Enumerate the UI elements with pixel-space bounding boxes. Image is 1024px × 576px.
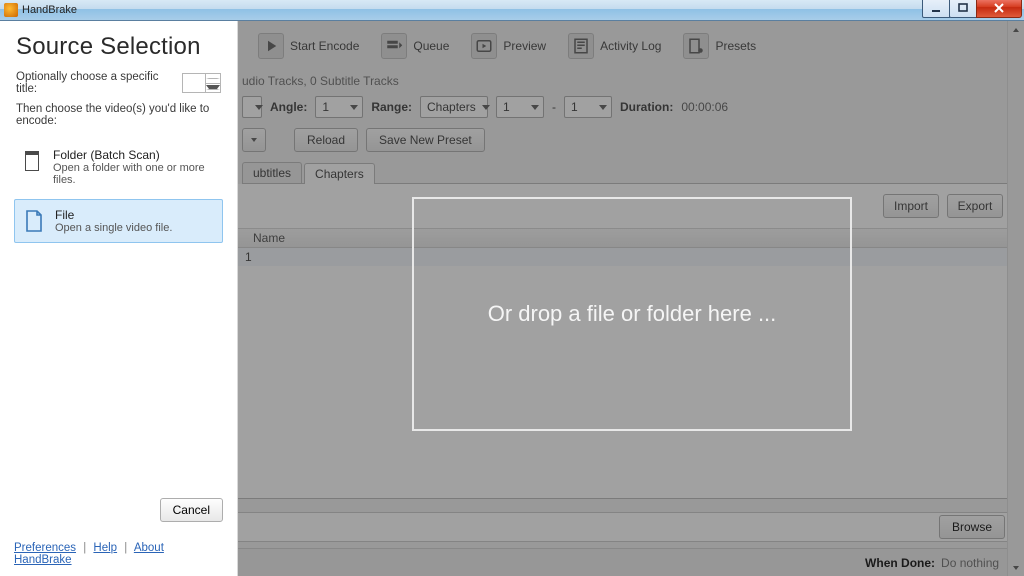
angle-label: Angle:	[270, 100, 307, 114]
presets-button[interactable]: Presets	[675, 29, 764, 63]
window-titlebar: HandBrake	[0, 0, 1024, 21]
panel-title: Source Selection	[0, 21, 237, 65]
folder-icon	[23, 148, 43, 174]
drop-zone[interactable]: Or drop a file or folder here ...	[412, 197, 852, 431]
tab-chapters[interactable]: Chapters	[304, 163, 375, 184]
range-separator: -	[552, 100, 556, 114]
duration-value: 00:00:06	[681, 100, 728, 114]
folder-option-desc: Open a folder with one or more files.	[53, 162, 214, 186]
play-icon	[258, 33, 284, 59]
queue-button[interactable]: Queue	[373, 29, 457, 63]
angle-dropdown[interactable]: 1	[315, 96, 363, 118]
presets-icon	[683, 33, 709, 59]
range-mode-dropdown[interactable]: Chapters	[420, 96, 488, 118]
save-new-preset-button[interactable]: Save New Preset	[366, 128, 485, 152]
start-encode-button[interactable]: Start Encode	[250, 29, 367, 63]
range-to-dropdown[interactable]: 1	[564, 96, 612, 118]
file-icon	[23, 208, 45, 234]
scroll-up-icon[interactable]	[1007, 21, 1024, 38]
spinner-up-icon[interactable]	[206, 74, 220, 84]
duration-label: Duration:	[620, 100, 673, 114]
source-info-text: udio Tracks, 0 Subtitle Tracks	[242, 70, 1012, 96]
source-folder-option[interactable]: Folder (Batch Scan) Open a folder with o…	[14, 139, 223, 195]
window-maximize-button[interactable]	[949, 0, 977, 18]
source-file-option[interactable]: File Open a single video file.	[14, 199, 223, 243]
cancel-button[interactable]: Cancel	[160, 498, 223, 522]
reload-button[interactable]: Reload	[294, 128, 358, 152]
window-close-button[interactable]	[976, 0, 1022, 18]
preferences-link[interactable]: Preferences	[14, 542, 76, 554]
spinner-down-icon[interactable]	[206, 84, 220, 93]
preview-icon	[471, 33, 497, 59]
folder-option-title: Folder (Batch Scan)	[53, 148, 214, 162]
expand-button[interactable]	[242, 128, 266, 152]
preview-button[interactable]: Preview	[463, 29, 554, 63]
specific-title-label: Optionally choose a specific title:	[16, 71, 176, 95]
browse-button[interactable]: Browse	[939, 515, 1005, 539]
help-link[interactable]: Help	[93, 542, 117, 554]
file-option-desc: Open a single video file.	[55, 222, 172, 234]
vertical-scrollbar[interactable]	[1007, 21, 1024, 576]
activity-log-button[interactable]: Activity Log	[560, 29, 669, 63]
range-label: Range:	[371, 100, 412, 114]
window-minimize-button[interactable]	[922, 0, 950, 18]
export-button[interactable]: Export	[947, 194, 1003, 218]
scroll-down-icon[interactable]	[1007, 559, 1024, 576]
app-icon	[4, 3, 18, 17]
col-name: Name	[253, 231, 285, 245]
tab-subtitles[interactable]: ubtitles	[242, 162, 302, 183]
window-title: HandBrake	[22, 4, 77, 16]
when-done-label: When Done:	[865, 556, 935, 570]
import-button[interactable]: Import	[883, 194, 939, 218]
log-icon	[568, 33, 594, 59]
source-selection-panel: Source Selection Optionally choose a spe…	[0, 21, 238, 576]
title-dropdown-partial[interactable]	[242, 96, 262, 118]
title-spinner[interactable]	[182, 73, 221, 93]
footer-links: Preferences | Help | About HandBrake	[14, 542, 223, 566]
range-from-dropdown[interactable]: 1	[496, 96, 544, 118]
when-done-value[interactable]: Do nothing	[941, 556, 999, 570]
encode-hint: Then choose the video(s) you'd like to e…	[0, 99, 237, 137]
queue-icon	[381, 33, 407, 59]
file-option-title: File	[55, 208, 172, 222]
